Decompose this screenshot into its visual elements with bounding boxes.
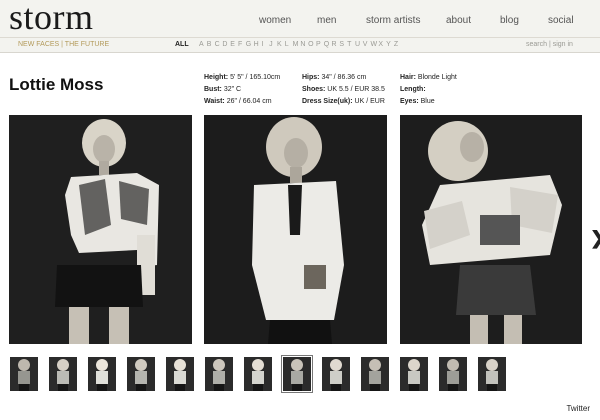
letter-filter-item[interactable]: P [316,41,324,48]
gallery-thumbnail[interactable] [49,357,77,391]
stats-column-3: Hair: Blonde Light Length: Eyes: Blue [400,72,457,108]
letter-filter-item[interactable]: E [230,41,238,48]
letter-filter-item[interactable]: Q [324,41,332,48]
main-nav: women men storm artists about blog socia… [0,15,600,29]
letter-filter-item[interactable]: G [246,41,254,48]
nav-social[interactable]: social [548,15,574,26]
nav-blog[interactable]: blog [500,15,519,26]
letter-filter-item[interactable]: D [222,41,230,48]
stat-eyes: Eyes: Blue [400,98,435,105]
letter-filter-item[interactable]: Y [386,41,394,48]
gallery-thumbnail[interactable] [205,357,233,391]
stat-length: Length: [400,86,426,93]
site-header: storm women men storm artists about blog… [0,0,600,38]
letter-filter-item[interactable]: R [332,41,340,48]
model-name: Lottie Moss [9,75,104,94]
new-faces-link[interactable]: NEW FACES | THE FUTURE [18,41,109,48]
photo-credit: Twitter [566,404,590,413]
gallery-thumbnail[interactable] [322,357,350,391]
stat-dress-size: Dress Size(uk): UK / EUR [302,98,385,105]
letter-filter-item[interactable]: K [277,41,285,48]
stats-column-2: Hips: 34" / 86.36 cm Shoes: UK 5.5 / EUR… [302,72,385,108]
letter-filter-item[interactable]: O [308,41,316,48]
gallery-thumbnail[interactable] [400,357,428,391]
letter-filter-item[interactable]: T [347,41,355,48]
nav-women[interactable]: women [259,15,291,26]
gallery-thumbnail[interactable] [478,357,506,391]
stat-hips: Hips: 34" / 86.36 cm [302,74,367,81]
gallery-thumbnail[interactable] [88,357,116,391]
alphabet-bar: NEW FACES | THE FUTURE ALL ABCDEFGHIJKLM… [0,38,600,53]
gallery-thumbnail[interactable] [10,357,38,391]
stat-hair: Hair: Blonde Light [400,74,457,81]
letter-filter-item[interactable]: X [378,41,386,48]
chevron-right-icon[interactable]: ❯ [590,228,600,249]
letter-filter-item[interactable]: M [293,41,301,48]
letter-filter: A B C D E F G H I J K L M N O P Q R S T U V WX Y Z [199,41,402,48]
letter-filter-item[interactable]: J [269,41,277,48]
letter-filter-item[interactable]: H [254,41,262,48]
gallery-thumbnail[interactable] [361,357,389,391]
photo-ruffle-blouse[interactable] [400,115,582,344]
gallery-thumbnail[interactable] [244,357,272,391]
letter-filter-item[interactable]: I [261,41,269,48]
letter-filter-item[interactable]: B [207,41,215,48]
gallery-thumbnail[interactable] [166,357,194,391]
gallery-thumbnail[interactable] [281,355,313,393]
stat-shoes: Shoes: UK 5.5 / EUR 38.5 [302,86,385,93]
stat-height: Height: 5' 5" / 165.10cm [204,74,281,81]
letter-filter-item[interactable]: N [300,41,308,48]
stat-waist: Waist: 26" / 66.04 cm [204,98,272,105]
letter-filter-item[interactable]: W [371,41,379,48]
letter-filter-item[interactable]: A [199,41,207,48]
nav-about[interactable]: about [446,15,471,26]
filter-all[interactable]: ALL [175,41,189,48]
letter-filter-item[interactable]: V [363,41,371,48]
letter-filter-item[interactable]: U [355,41,363,48]
letter-filter-item[interactable]: F [238,41,246,48]
letter-filter-item[interactable]: S [339,41,347,48]
nav-storm-artists[interactable]: storm artists [366,15,420,26]
letter-filter-item[interactable]: C [215,41,223,48]
search-signin-links[interactable]: search | sign in [526,41,573,48]
letter-filter-item[interactable]: L [285,41,293,48]
photo-white-blazer[interactable] [204,115,387,344]
gallery-thumbnail[interactable] [127,357,155,391]
letter-filter-item[interactable]: Z [394,41,402,48]
gallery-thumbnail[interactable] [439,357,467,391]
photo-lace-blouse[interactable] [9,115,192,344]
stat-bust: Bust: 32" C [204,86,242,93]
stats-column-1: Height: 5' 5" / 165.10cm Bust: 32" C Wai… [204,72,280,108]
nav-men[interactable]: men [317,15,336,26]
